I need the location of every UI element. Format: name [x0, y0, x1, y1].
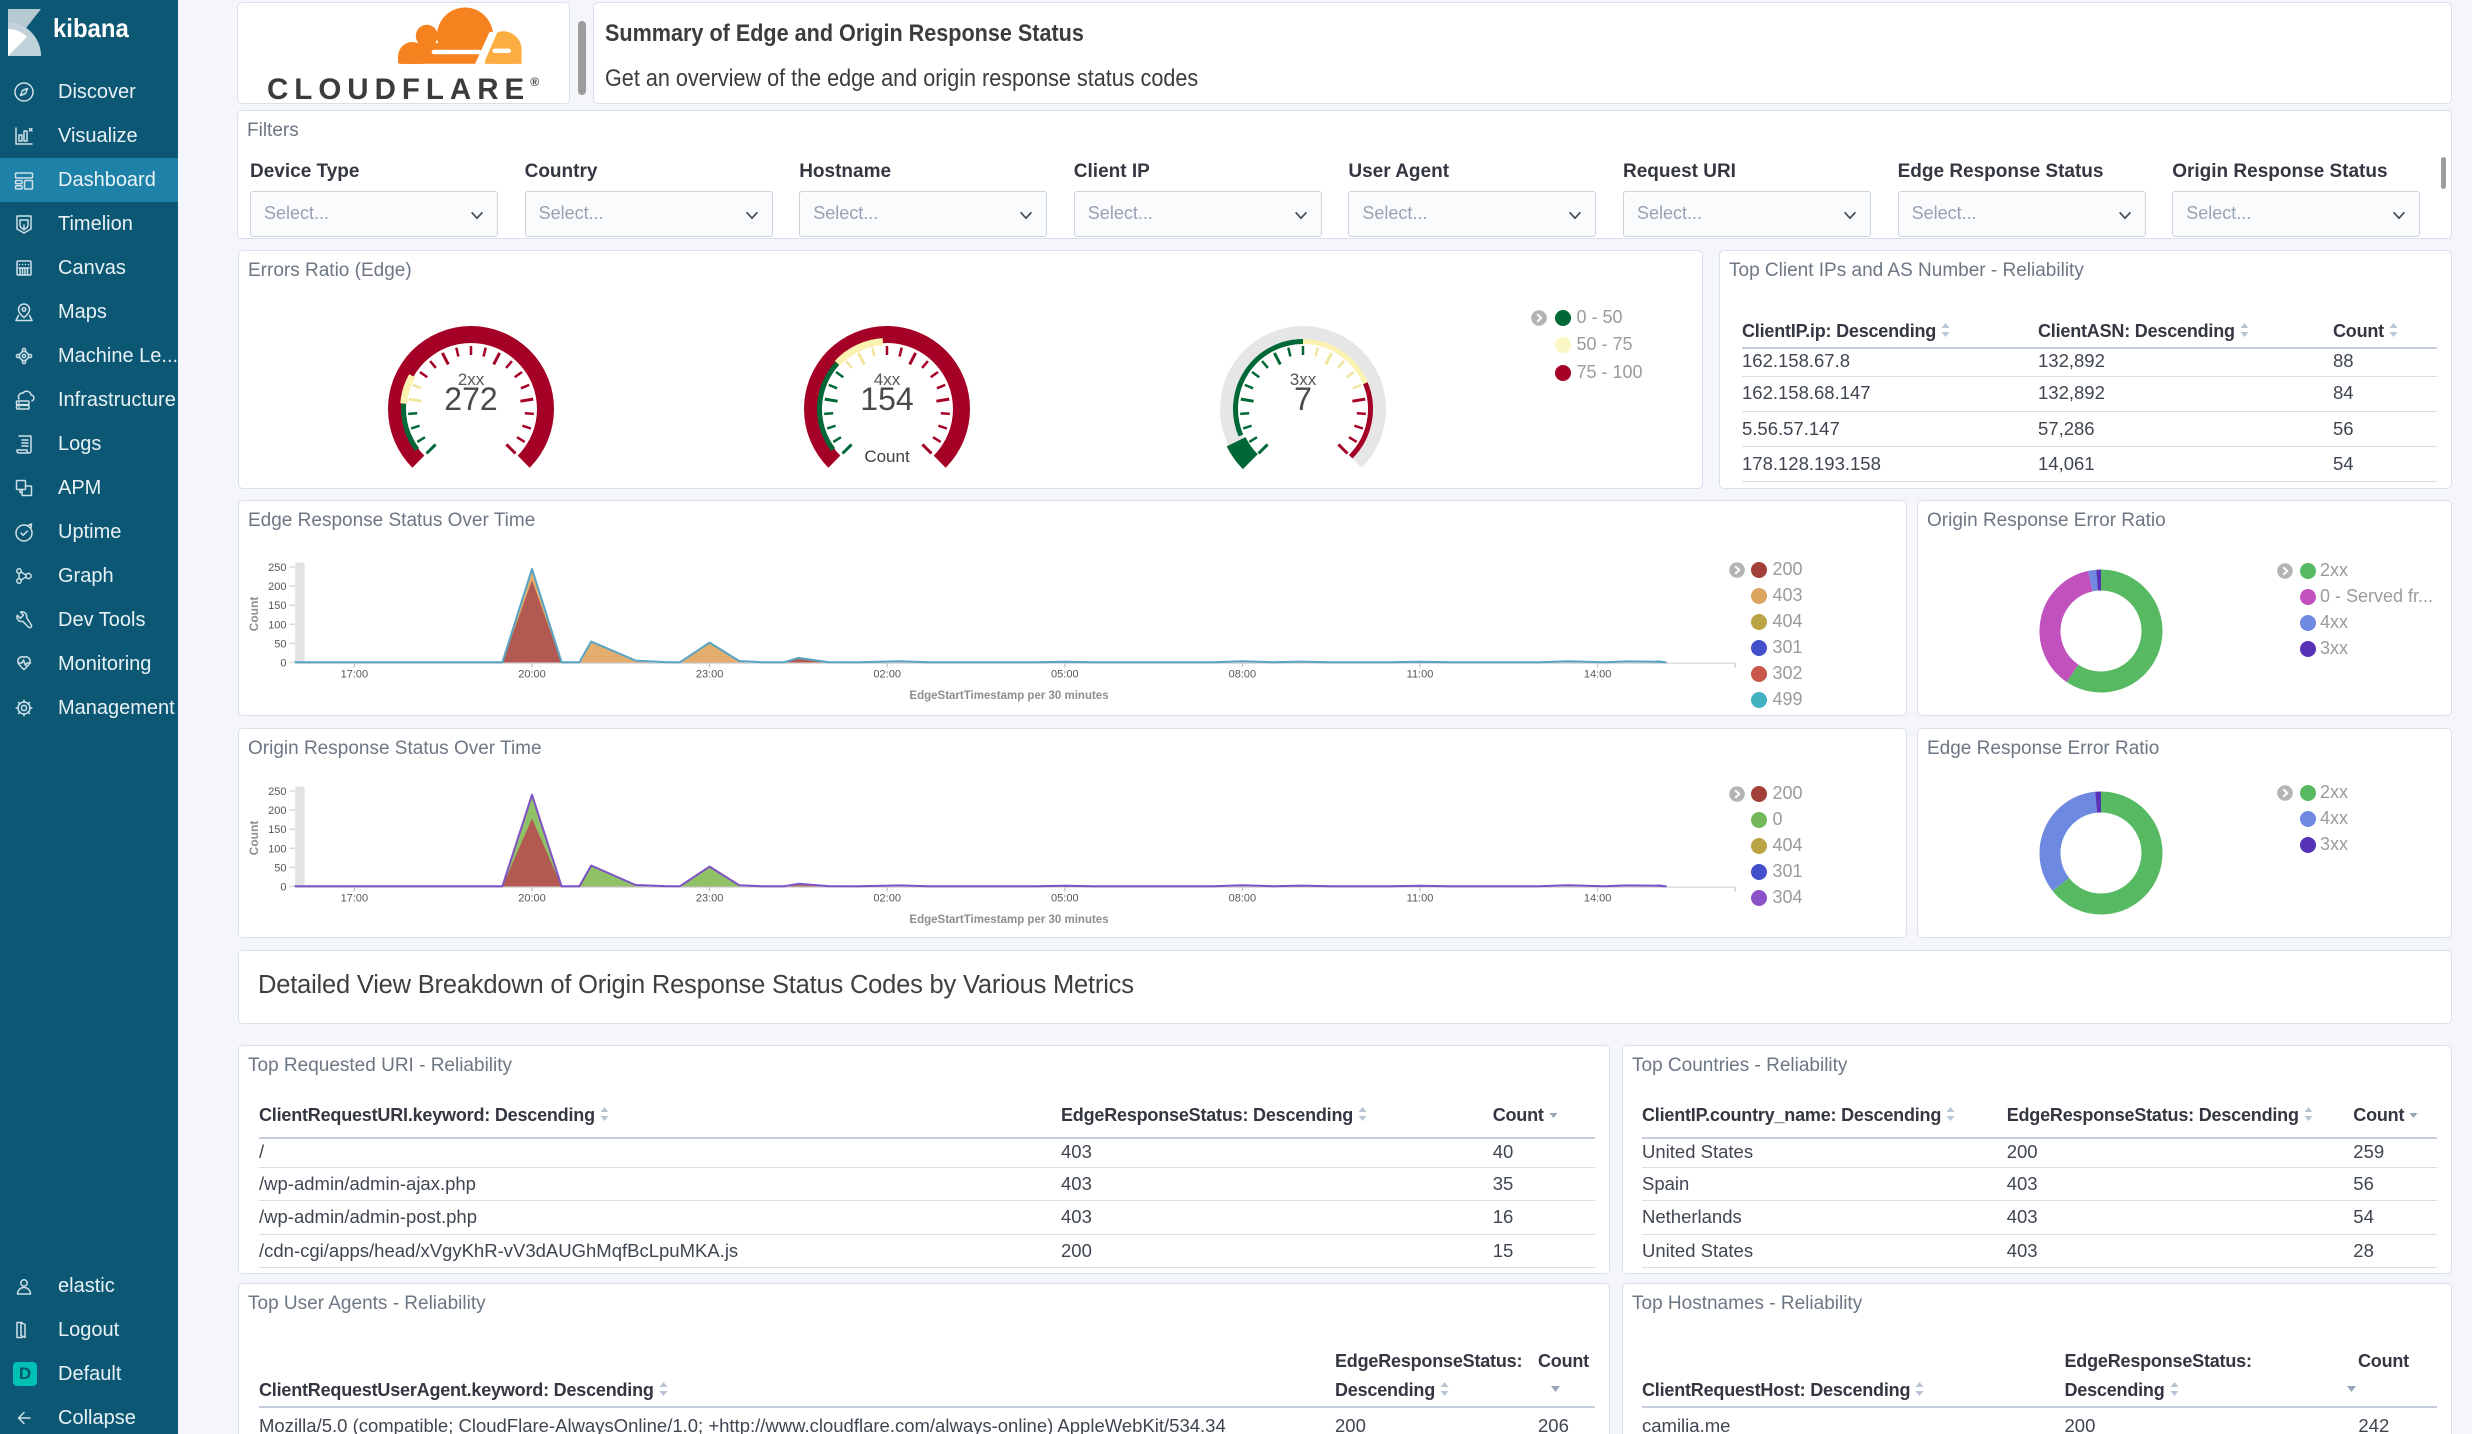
svg-text:14:00: 14:00 — [1584, 893, 1612, 905]
svg-text:250: 250 — [268, 786, 286, 798]
svg-text:150: 150 — [268, 824, 286, 836]
svg-text:200: 200 — [268, 581, 286, 593]
svg-text:0: 0 — [280, 658, 286, 670]
svg-text:7: 7 — [1294, 381, 1312, 417]
svg-text:272: 272 — [444, 381, 497, 417]
svg-text:50: 50 — [274, 638, 286, 650]
svg-text:154: 154 — [860, 381, 913, 417]
svg-text:250: 250 — [268, 562, 286, 574]
svg-text:08:00: 08:00 — [1229, 669, 1257, 681]
svg-text:100: 100 — [268, 843, 286, 855]
svg-text:EdgeStartTimestamp per 30 minu: EdgeStartTimestamp per 30 minutes — [909, 690, 1108, 702]
svg-text:Count: Count — [864, 447, 910, 466]
svg-text:20:00: 20:00 — [518, 669, 546, 681]
svg-text:20:00: 20:00 — [518, 893, 546, 905]
svg-text:150: 150 — [268, 600, 286, 612]
svg-text:08:00: 08:00 — [1229, 893, 1257, 905]
svg-text:02:00: 02:00 — [873, 669, 901, 681]
svg-text:50: 50 — [274, 862, 286, 874]
svg-text:Count: Count — [247, 821, 261, 856]
svg-text:100: 100 — [268, 619, 286, 631]
svg-text:200: 200 — [268, 805, 286, 817]
svg-text:02:00: 02:00 — [873, 893, 901, 905]
svg-text:Count: Count — [247, 597, 261, 632]
svg-text:EdgeStartTimestamp per 30 minu: EdgeStartTimestamp per 30 minutes — [909, 914, 1108, 926]
svg-text:23:00: 23:00 — [696, 669, 724, 681]
svg-text:05:00: 05:00 — [1051, 893, 1079, 905]
svg-text:11:00: 11:00 — [1407, 669, 1434, 681]
svg-text:14:00: 14:00 — [1584, 669, 1612, 681]
svg-text:05:00: 05:00 — [1051, 669, 1079, 681]
svg-text:17:00: 17:00 — [341, 669, 369, 681]
svg-text:23:00: 23:00 — [696, 893, 724, 905]
svg-text:17:00: 17:00 — [341, 893, 369, 905]
svg-text:11:00: 11:00 — [1407, 893, 1434, 905]
svg-text:0: 0 — [280, 882, 286, 894]
